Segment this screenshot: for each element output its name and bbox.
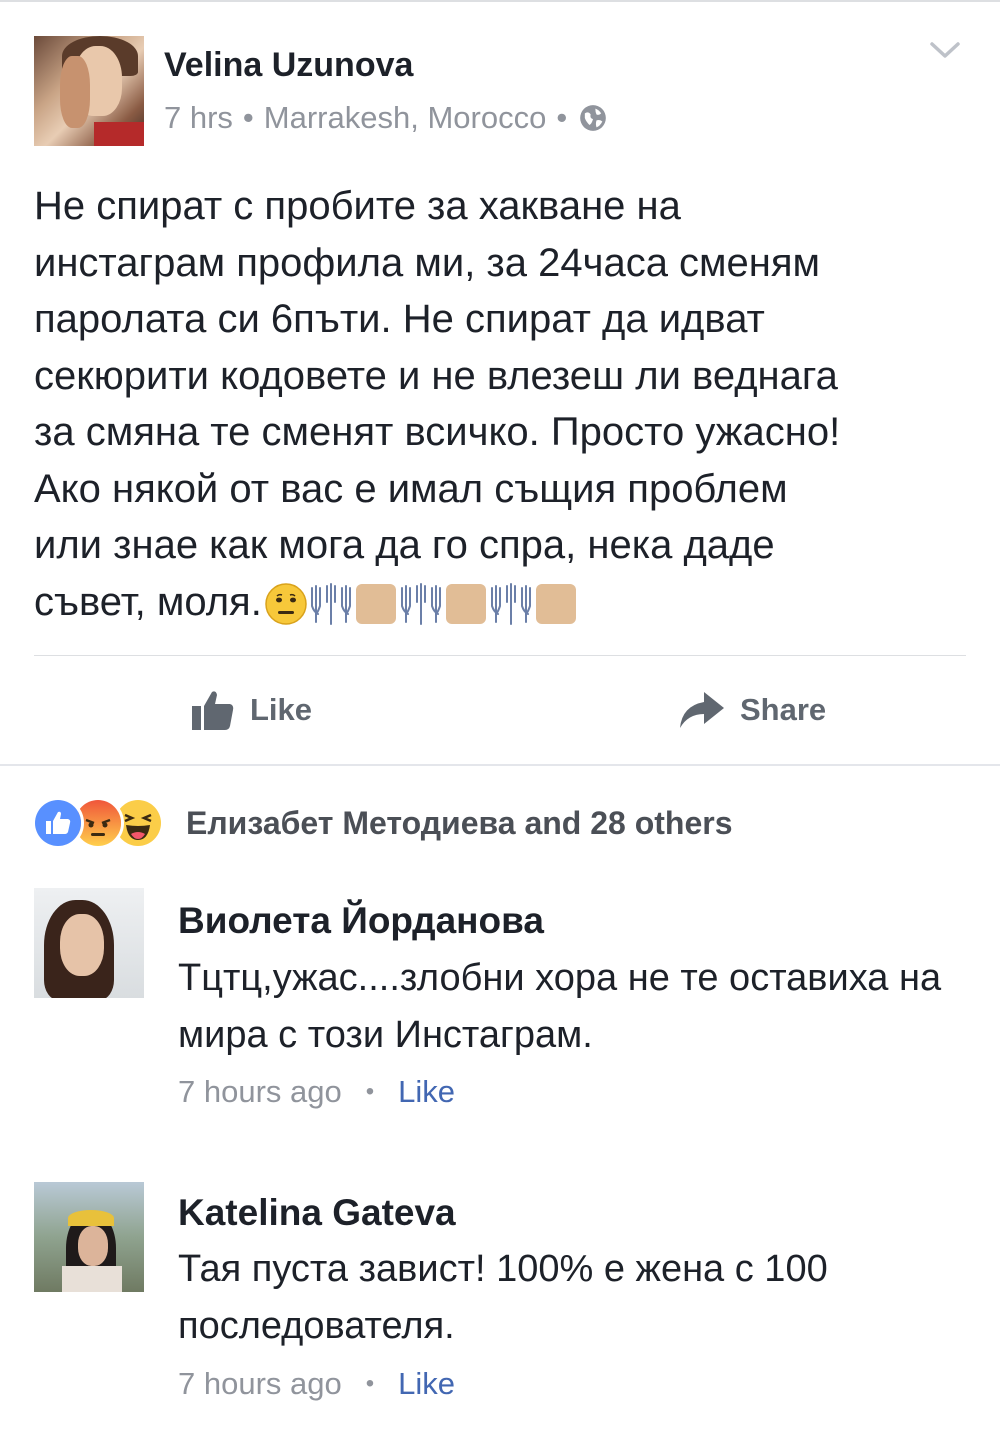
skin-tone-box (355, 583, 396, 624)
comment-text: Тцтц,ужас....злобни хора не те оставиха … (178, 957, 942, 1056)
post-body: Не спират с пробите за хакване на инстаг… (34, 184, 841, 624)
like-button-label: Like (250, 692, 313, 727)
post-meta: 7 hrs • Marrakesh, Morocco • (164, 100, 607, 136)
post-text: Не спират с пробите за хакване на инстаг… (34, 178, 969, 630)
comment-meta: 7 hours ago • Like (178, 1366, 455, 1402)
commenter-avatar[interactable] (34, 888, 144, 998)
post-location[interactable]: Marrakesh, Morocco (264, 100, 547, 136)
globe-icon (580, 105, 607, 131)
emoji-row (264, 582, 578, 626)
meta-separator: • (556, 100, 568, 135)
meta-separator: • (365, 1370, 375, 1397)
reactions-summary-text: Елизабет Методиева and 28 others (186, 804, 733, 841)
comment-time: 7 hours ago (178, 1366, 342, 1401)
raising-hands-icon (400, 582, 441, 625)
like-button[interactable]: Like (190, 684, 312, 736)
reactions-summary[interactable]: Елизабет Методиева and 28 others (32, 797, 733, 849)
commenter-name[interactable]: Katelina Gateva (178, 1192, 456, 1234)
comment-like-link[interactable]: Like (398, 1074, 455, 1110)
actions-divider (0, 764, 1000, 766)
share-button-label: Share (740, 692, 827, 727)
share-arrow-icon (680, 692, 724, 728)
meta-separator: • (242, 100, 254, 135)
skin-tone-box (445, 583, 486, 624)
comment-meta: 7 hours ago • Like (178, 1074, 455, 1110)
author-name[interactable]: Velina Uzunova (164, 46, 413, 85)
meta-separator: • (365, 1078, 375, 1105)
comment-time: 7 hours ago (178, 1074, 342, 1109)
skin-tone-box (535, 583, 576, 624)
raising-hands-icon (310, 582, 351, 625)
commenter-avatar[interactable] (34, 1182, 144, 1292)
post-divider (34, 655, 966, 656)
neutral-face-icon (265, 583, 307, 625)
chevron-down-icon[interactable] (928, 38, 962, 62)
post-time[interactable]: 7 hrs (164, 100, 233, 136)
commenter-name[interactable]: Виолета Йорданова (178, 900, 544, 942)
share-button[interactable]: Share (678, 684, 826, 736)
comment-like-link[interactable]: Like (398, 1366, 455, 1402)
raising-hands-icon (490, 582, 531, 625)
comment-text: Тая пуста завист! 100% е жена с 100 посл… (178, 1248, 828, 1347)
top-divider (0, 0, 1000, 2)
author-avatar[interactable] (34, 36, 144, 146)
thumbs-up-icon (192, 691, 234, 730)
like-reaction-icon (32, 797, 84, 849)
